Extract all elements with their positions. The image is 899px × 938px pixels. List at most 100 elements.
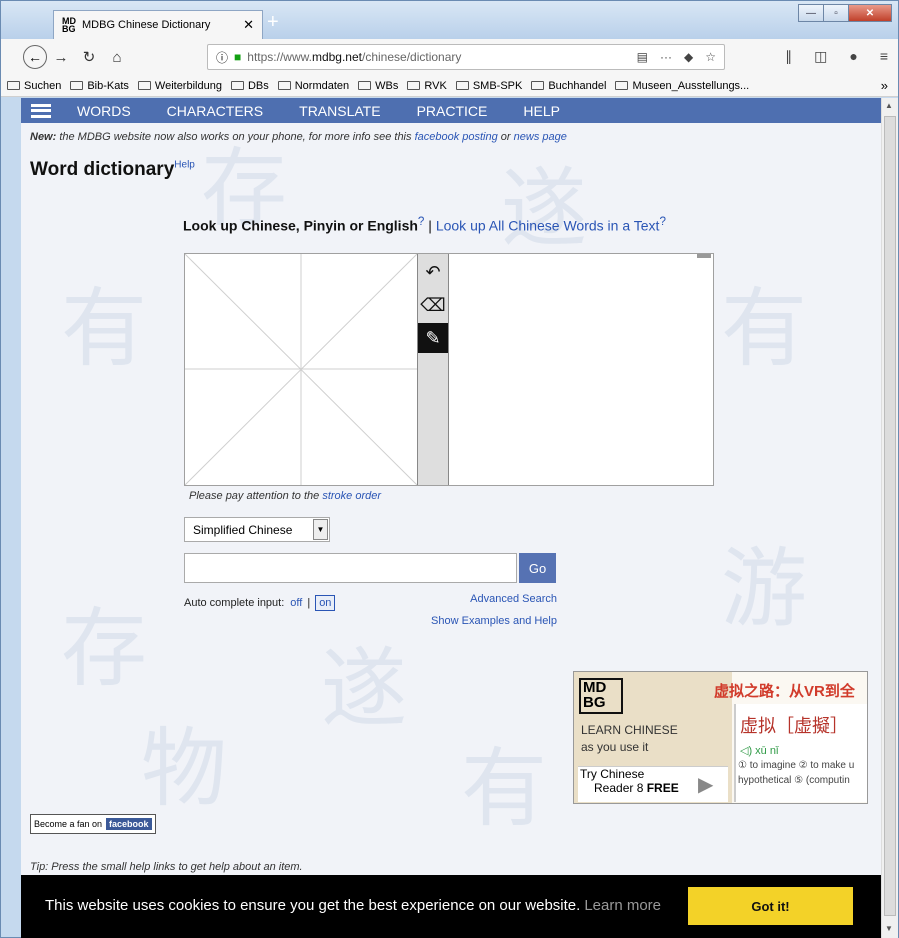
play-icon[interactable]: ▶: [698, 772, 713, 797]
drawing-canvas[interactable]: [184, 253, 418, 486]
folder-icon: [277, 81, 291, 90]
extension-icon[interactable]: ●: [849, 48, 857, 65]
chevron-down-icon: ▼: [313, 519, 328, 540]
advanced-search-link[interactable]: Advanced Search: [470, 593, 557, 605]
advertisement[interactable]: MD BG LEARN CHINESE as you use it Try Chi…: [573, 671, 868, 804]
bookmark-item[interactable]: Bib-Kats: [70, 80, 129, 92]
bookmarks-overflow-icon[interactable]: »: [881, 78, 888, 93]
got-it-button[interactable]: Got it!: [688, 887, 853, 925]
title-bar: MD BG MDBG Chinese Dictionary ✕ + — ▫ ✕: [1, 1, 898, 39]
folder-icon: [531, 81, 545, 90]
show-examples-link[interactable]: Show Examples and Help: [431, 615, 557, 627]
ad-definition: ① to imagine ② to make u hypothetical ⑤ (…: [738, 760, 855, 786]
main-menu: WORDS CHARACTERS TRANSLATE PRACTICE HELP: [21, 98, 881, 123]
bookmark-item[interactable]: Suchen: [7, 80, 61, 92]
lookup-text-link[interactable]: Look up All Chinese Words in a Text: [436, 218, 660, 234]
bookmark-item[interactable]: RVK: [407, 80, 447, 92]
facebook-posting-link[interactable]: facebook posting: [415, 131, 498, 143]
news-page-link[interactable]: news page: [514, 131, 567, 143]
window-controls: — ▫ ✕: [798, 4, 892, 22]
mdbg-logo: MD BG: [579, 678, 623, 714]
folder-icon: [615, 81, 629, 90]
scroll-thumb[interactable]: [884, 116, 896, 916]
scroll-up-icon[interactable]: ▲: [885, 101, 893, 110]
bookmark-item[interactable]: WBs: [358, 80, 398, 92]
handwriting-input: ↶ ⌫ ✎: [184, 253, 714, 486]
bookmark-item[interactable]: Buchhandel: [531, 80, 606, 92]
home-icon[interactable]: ⌂: [103, 49, 131, 66]
address-bar[interactable]: ⓘ ■ https://www.mdbg.net/chinese/diction…: [207, 44, 725, 70]
go-button[interactable]: Go: [519, 553, 556, 583]
page-scrollbar[interactable]: ▲ ▼: [881, 98, 898, 938]
cookie-message: This website uses cookies to ensure you …: [45, 897, 662, 914]
info-icon[interactable]: ⓘ: [216, 49, 228, 66]
reader-view-icon[interactable]: ▤: [637, 50, 648, 64]
ad-pinyin: ◁) xū nǐ: [740, 745, 779, 757]
navigation-toolbar: ← → ↻ ⌂ ⓘ ■ https://www.mdbg.net/chinese…: [1, 39, 898, 75]
resize-grip-icon[interactable]: [697, 254, 711, 258]
undo-icon[interactable]: ↶: [418, 257, 448, 287]
stroke-order-note: Please pay attention to the stroke order: [189, 490, 382, 502]
scroll-down-icon[interactable]: ▼: [885, 924, 893, 933]
hamburger-menu-icon[interactable]: ≡: [880, 48, 888, 65]
search-input[interactable]: [184, 553, 517, 583]
page-title: Word dictionaryHelp: [30, 159, 195, 180]
back-arrow-icon[interactable]: ←: [23, 45, 47, 69]
cookie-banner: This website uses cookies to ensure you …: [21, 875, 881, 938]
url-text: https://www.mdbg.net/chinese/dictionary: [247, 50, 462, 64]
brush-icon[interactable]: ✎: [418, 323, 448, 353]
ad-headline: 虚拟之路：从VR到全: [714, 683, 855, 700]
tab-close-icon[interactable]: ✕: [243, 17, 254, 33]
library-icon[interactable]: ∥: [785, 48, 792, 65]
folder-icon: [70, 81, 84, 90]
autocomplete-on[interactable]: on: [315, 595, 336, 611]
stroke-order-link[interactable]: stroke order: [322, 490, 381, 502]
bookmark-item[interactable]: SMB-SPK: [455, 80, 522, 92]
autocomplete-off[interactable]: off: [290, 597, 302, 609]
maximize-icon[interactable]: ▫: [823, 4, 849, 22]
menu-translate[interactable]: TRANSLATE: [299, 103, 380, 119]
bookmark-item[interactable]: Museen_Ausstellungs...: [615, 80, 749, 92]
pocket-icon[interactable]: ◆: [684, 50, 693, 64]
hamburger-menu-icon[interactable]: [31, 103, 51, 118]
page-actions-icon[interactable]: ···: [660, 50, 672, 64]
minimize-icon[interactable]: —: [798, 4, 824, 22]
script-select[interactable]: Simplified Chinese ▼: [184, 517, 330, 542]
candidate-results: [449, 254, 713, 485]
tab-title: MDBG Chinese Dictionary: [82, 19, 211, 31]
ad-tagline: LEARN CHINESE as you use it: [581, 723, 678, 754]
tip-text: Tip: Press the small help links to get h…: [30, 861, 303, 873]
help-link[interactable]: Help: [174, 160, 195, 171]
menu-practice[interactable]: PRACTICE: [417, 103, 488, 119]
facebook-fan-button[interactable]: Become a fan on facebook: [30, 814, 156, 834]
autocomplete-toggle: Auto complete input: off | on: [184, 595, 336, 611]
bookmark-item[interactable]: Weiterbildung: [137, 80, 222, 92]
menu-help[interactable]: HELP: [523, 103, 560, 119]
folder-icon: [137, 81, 151, 90]
sidebar-icon[interactable]: ◫: [814, 48, 827, 65]
bookmarks-bar: Suchen Bib-Kats Weiterbildung DBs Normda…: [1, 75, 898, 97]
news-notice: New: the MDBG website now also works on …: [30, 131, 567, 143]
browser-window: MD BG MDBG Chinese Dictionary ✕ + — ▫ ✕ …: [0, 0, 899, 938]
folder-icon: [455, 81, 469, 90]
browser-tab[interactable]: MD BG MDBG Chinese Dictionary ✕: [53, 10, 263, 39]
web-page: 有 存 遂 有 存 遂 游 物 有 WORDS CHARACTERS TRANS…: [21, 98, 881, 938]
forward-arrow-icon[interactable]: →: [47, 49, 75, 66]
folder-icon: [358, 81, 372, 90]
window-close-icon[interactable]: ✕: [848, 4, 892, 22]
mdbg-favicon-icon: MD BG: [62, 16, 76, 34]
new-tab-icon[interactable]: +: [267, 11, 279, 34]
reload-icon[interactable]: ↻: [75, 48, 103, 66]
folder-icon: [407, 81, 421, 90]
bookmark-item[interactable]: Normdaten: [277, 80, 349, 92]
clear-icon[interactable]: ⌫: [418, 290, 448, 320]
bookmark-item[interactable]: DBs: [230, 80, 269, 92]
bookmark-star-icon[interactable]: ☆: [705, 50, 716, 64]
lookup-text-help-link[interactable]: ?: [659, 215, 665, 228]
menu-words[interactable]: WORDS: [77, 103, 131, 119]
menu-characters[interactable]: CHARACTERS: [167, 103, 263, 119]
lookup-heading: Look up Chinese, Pinyin or English? | Lo…: [183, 215, 666, 234]
folder-icon: [230, 81, 244, 90]
lock-icon: ■: [234, 50, 242, 64]
learn-more-link[interactable]: Learn more: [584, 897, 661, 914]
